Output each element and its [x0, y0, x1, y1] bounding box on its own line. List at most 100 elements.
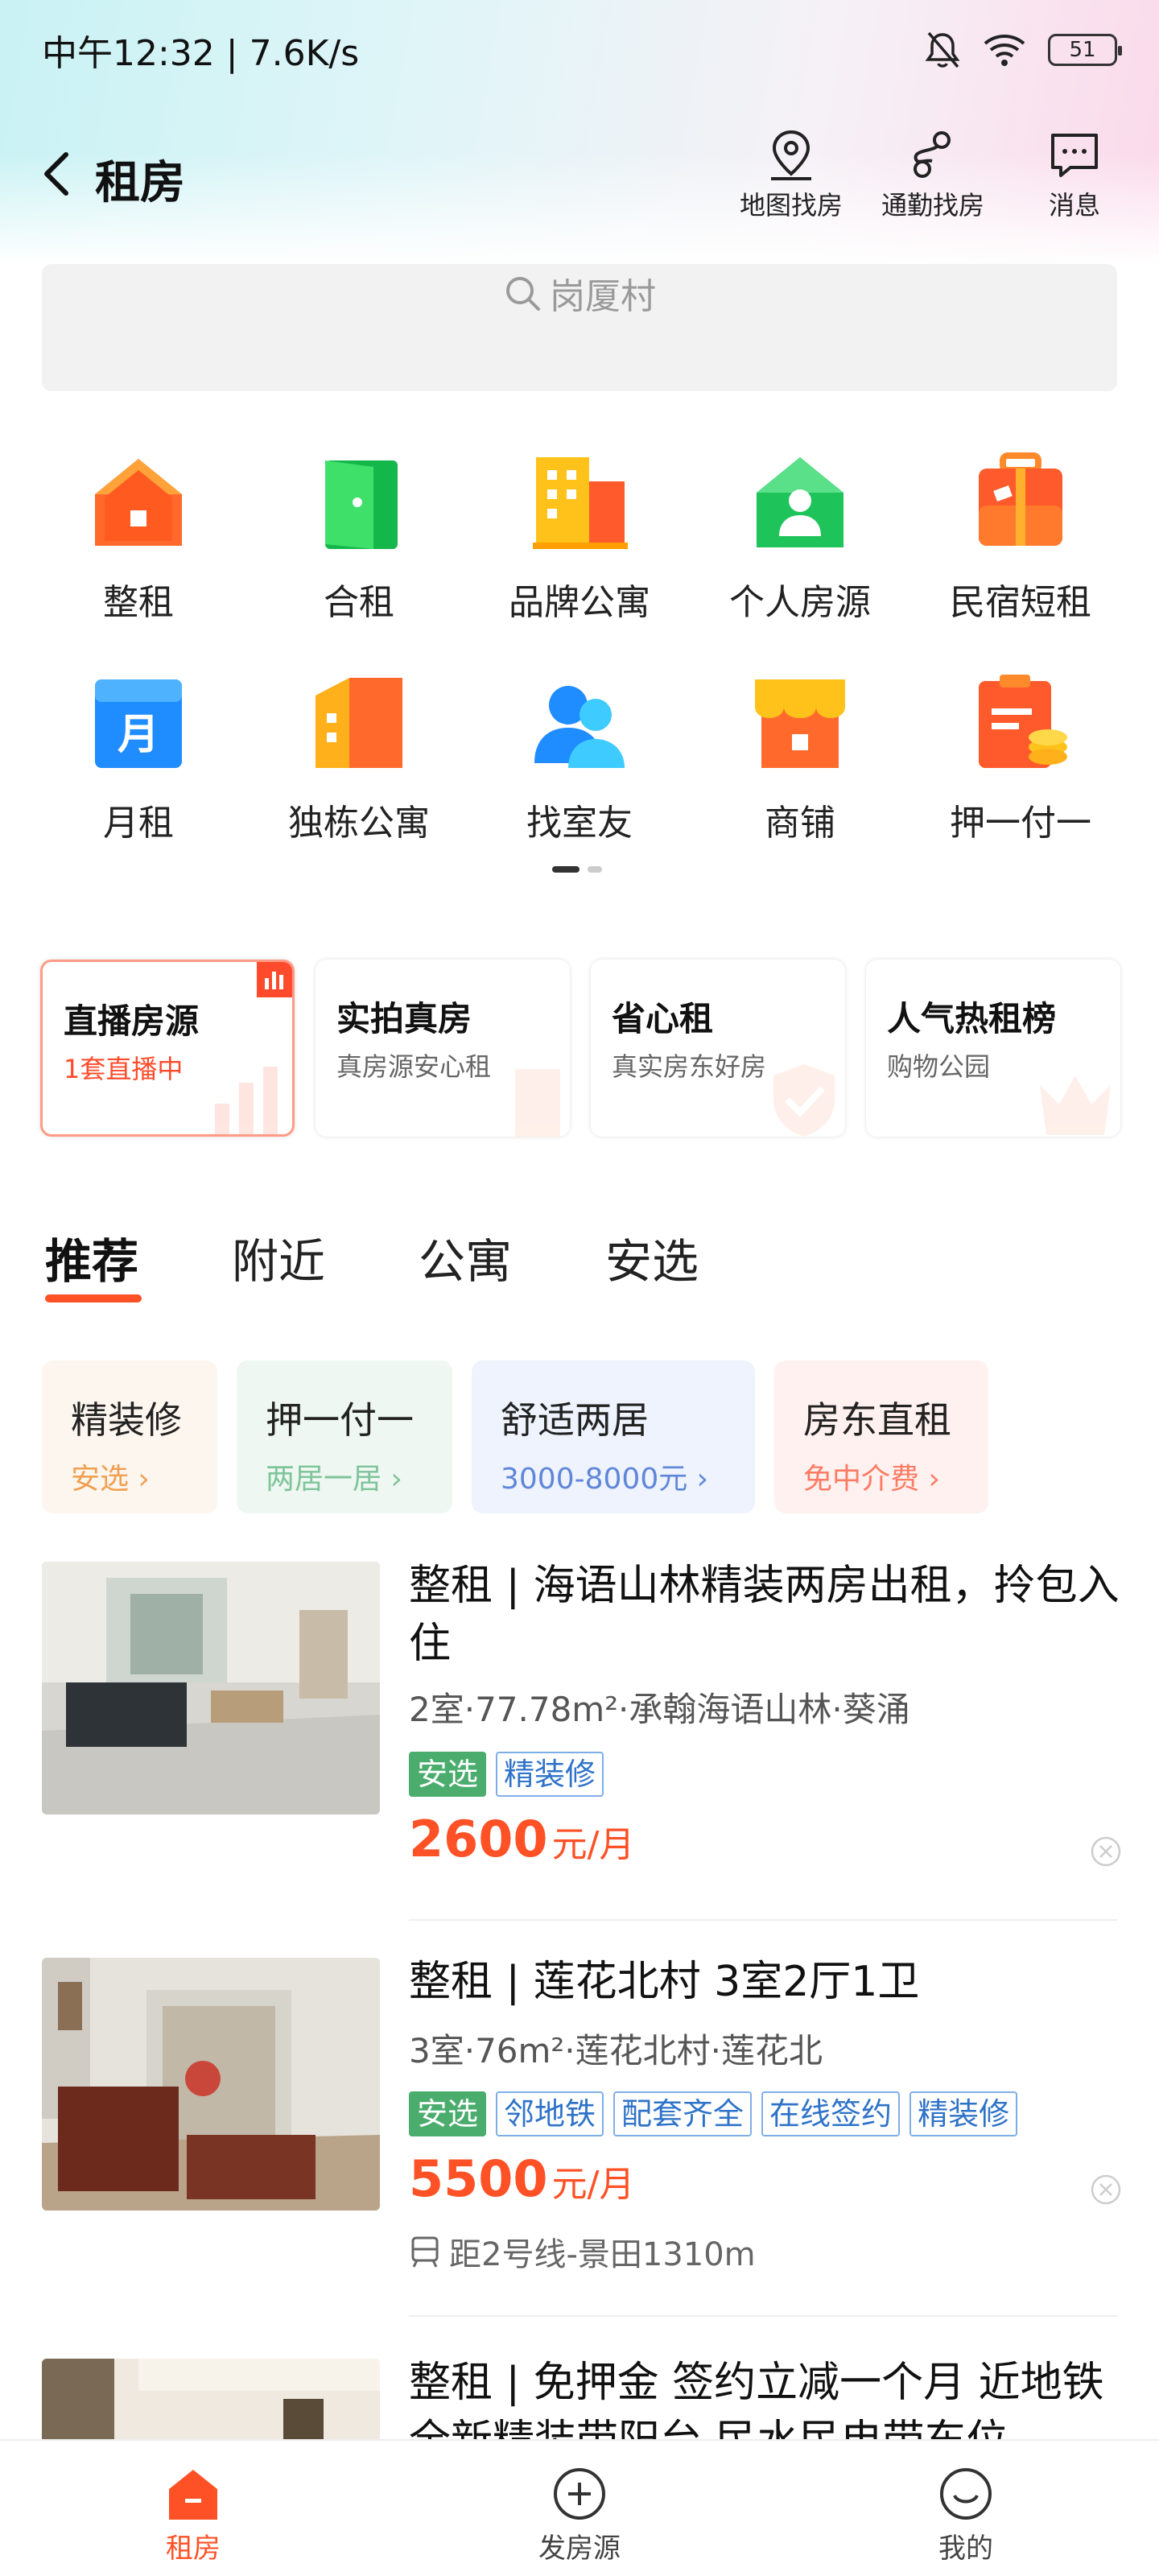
listing-tags: 安选 精装修 [409, 1752, 604, 1797]
map-search-button[interactable]: 地图找房 [723, 129, 860, 222]
chip-subtitle: 免中介费 › [803, 1463, 940, 1496]
category-whole-rent[interactable]: 整租 [42, 452, 235, 625]
house-tab-icon [169, 2470, 217, 2520]
building-icon [533, 457, 628, 549]
category-detached-apartment[interactable]: 独栋公寓 [262, 673, 456, 845]
roommate-icon [534, 686, 625, 768]
tab-nearby[interactable]: 附近 [232, 1224, 325, 1291]
shop-icon [755, 679, 845, 768]
category-homestay[interactable]: 民宿短租 [924, 452, 1117, 625]
bottom-tab-label: 租房 [166, 2533, 221, 2565]
tag-online-sign: 在线签约 [761, 2091, 901, 2136]
feature-card-subtitle: 真房源安心租 [336, 1051, 492, 1082]
bottom-tab-label: 发房源 [538, 2533, 621, 2565]
listing-title: 整租 | 免押金 签约立减一个月 近地铁全新精装带阳台 民水民电带东位 [409, 2359, 1104, 2439]
chip-title: 押一付一 [266, 1398, 414, 1442]
price-unit: 元/月 [551, 1824, 635, 1865]
door-icon [325, 460, 398, 549]
category-brand-apartment[interactable]: 品牌公寓 [483, 452, 676, 625]
bar-chart-watermark-icon [215, 1067, 278, 1134]
category-personal-listing[interactable]: 个人房源 [703, 452, 897, 625]
bottom-tab-mine[interactable]: 我的 [885, 2465, 1046, 2566]
bottom-tab-rent[interactable]: 租房 [113, 2465, 274, 2566]
tab-anxuan[interactable]: 安选 [605, 1224, 699, 1291]
chip-subtitle: 3000-8000元 › [501, 1463, 709, 1496]
filter-chip-decorated[interactable]: 精装修 安选 › [42, 1360, 217, 1513]
listing-card[interactable]: 整租 | 莲花北村 3室2厅1卫 3室·76m²·莲花北村·莲花北 安选 邻地铁… [42, 1958, 1121, 2312]
metro-distance-text: 距2号线-景田1310m [449, 2236, 756, 2273]
feature-card-real-photos[interactable]: 实拍真房 真房源安心租 [316, 960, 570, 1137]
listing-card[interactable]: 整租 | 免押金 签约立减一个月 近地铁全新精装带阳台 民水民电带东位 [42, 2359, 1117, 2439]
back-arrow-icon[interactable] [35, 147, 80, 201]
price-unit: 元/月 [551, 2164, 635, 2205]
tab-recommend[interactable]: 推荐 [45, 1224, 138, 1291]
feature-card-title: 直播房源 [64, 1001, 200, 1041]
filter-chip-deposit[interactable]: 押一付一 两居一居 › [237, 1360, 452, 1513]
route-icon [914, 131, 951, 178]
dismiss-icon[interactable] [1090, 2174, 1122, 2206]
price-value: 2600 [409, 1810, 548, 1868]
category-find-roommate[interactable]: 找室友 [483, 673, 676, 845]
wifi-icon [984, 35, 1025, 66]
metro-distance: 距2号线-景田1310m [409, 2228, 756, 2275]
feature-card-hot-rank[interactable]: 人气热租榜 购物公园 [866, 960, 1120, 1137]
listing-photo [42, 1562, 380, 1814]
plus-circle-icon [554, 2468, 605, 2520]
divider [409, 1919, 1117, 1921]
category-label: 民宿短租 [950, 582, 1091, 623]
top-nav: 租房 地图找房 通勤找房 消息 [0, 129, 1159, 225]
divider [409, 2315, 1117, 2317]
chip-title: 精装修 [71, 1398, 182, 1442]
tag-anxuan: 安选 [409, 1752, 487, 1797]
feature-card-subtitle: 1套直播中 [64, 1054, 184, 1084]
door-watermark-icon [515, 1069, 560, 1137]
battery-level: 51 [1069, 38, 1096, 62]
feature-card-live[interactable]: 直播房源 1套直播中 [40, 960, 295, 1137]
chip-title: 舒适两居 [501, 1398, 649, 1442]
tab-apartment[interactable]: 公寓 [419, 1224, 512, 1291]
category-label: 押一付一 [950, 803, 1091, 844]
listing-photo [42, 2359, 380, 2439]
bottom-tab-post-listing[interactable]: 发房源 [499, 2465, 660, 2566]
status-time-speed: 中午12:32 | 7.6K/s [42, 33, 360, 74]
filter-chip-landlord-direct[interactable]: 房东直租 免中介费 › [774, 1360, 988, 1513]
shield-check-watermark-icon [773, 1064, 835, 1137]
category-shops[interactable]: 商铺 [703, 673, 897, 845]
chip-subtitle: 安选 › [71, 1463, 150, 1496]
page-dot [588, 866, 602, 873]
price-value: 5500 [409, 2149, 548, 2208]
tag-near-metro: 邻地铁 [496, 2091, 604, 2136]
crown-watermark-icon [1040, 1075, 1111, 1135]
bell-muted-icon [925, 31, 960, 68]
category-label: 合租 [324, 582, 394, 623]
listing-meta: 2室·77.78m²·承翰海语山林·葵涌 [409, 1690, 910, 1729]
dismiss-icon[interactable] [1090, 1835, 1122, 1868]
battery-indicator: 51 [1048, 34, 1122, 66]
category-label: 找室友 [526, 803, 633, 844]
filter-chip-two-bedroom[interactable]: 舒适两居 3000-8000元 › [472, 1360, 755, 1513]
category-monthly-rent[interactable]: 月 月租 [42, 673, 235, 845]
search-input[interactable]: 岗厦村 [42, 264, 1117, 391]
feature-card-title: 省心租 [612, 999, 714, 1038]
feature-card-title: 实拍真房 [336, 999, 472, 1038]
messages-button[interactable]: 消息 [1006, 129, 1143, 222]
page-dot-active [552, 866, 580, 873]
calendar-icon: 月 [95, 679, 182, 768]
status-bar: 中午12:32 | 7.6K/s 51 [42, 27, 1122, 74]
chip-title: 房东直租 [803, 1398, 951, 1442]
tab-active-underline [45, 1294, 142, 1302]
category-label: 独栋公寓 [288, 803, 430, 844]
deposit-icon [979, 675, 1067, 768]
messages-label: 消息 [1048, 190, 1100, 221]
feature-card-worry-free[interactable]: 省心租 真实房东好房 [591, 960, 845, 1137]
commute-search-button[interactable]: 通勤找房 [864, 129, 1001, 222]
listing-card[interactable]: 整租 | 海语山林精装两房出租，拎包入住 2室·77.78m²·承翰海语山林·葵… [42, 1562, 1121, 1884]
house-icon [95, 459, 182, 546]
listing-meta: 3室·76m²·莲花北村·莲花北 [409, 2031, 823, 2070]
apartment-icon [316, 678, 402, 768]
chip-subtitle: 两居一居 › [266, 1463, 402, 1496]
page-title: 租房 [95, 157, 185, 209]
category-shared-rent[interactable]: 合租 [262, 452, 456, 625]
category-deposit-one-pay-one[interactable]: 押一付一 [924, 673, 1117, 845]
bottom-nav: 租房 发房源 我的 [0, 2439, 1159, 2576]
